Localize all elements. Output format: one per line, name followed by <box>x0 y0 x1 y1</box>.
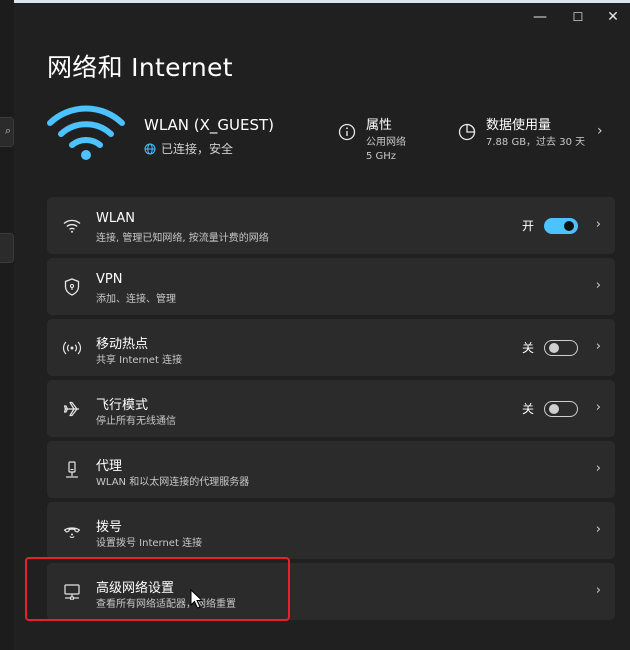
toggle-state-label: 开 <box>521 219 534 233</box>
row-subtitle: 添加、连接、管理 <box>96 294 176 305</box>
chevron-right-icon: › <box>595 278 601 293</box>
airplane-mode-toggle[interactable] <box>544 400 578 417</box>
wlan-toggle[interactable] <box>544 217 578 234</box>
toggle-knob <box>549 342 559 353</box>
setting-row-vpn[interactable]: VPN 添加、连接、管理 › <box>47 258 615 315</box>
toggle-knob <box>549 403 559 414</box>
chevron-right-icon: › <box>595 339 601 354</box>
row-title: 代理 <box>96 459 123 474</box>
setting-row-mobile-hotspot[interactable]: 移动热点 共享 Internet 连接 关 › <box>47 319 615 376</box>
row-title: 飞行模式 <box>96 398 149 413</box>
title-bar-strip <box>0 0 630 3</box>
settings-window: — ☐ ✕ ⌕ 网络和 Internet WLAN (X_GUEST) 已连接，… <box>0 0 630 650</box>
info-icon <box>338 123 356 141</box>
row-title: VPN <box>96 272 123 287</box>
navigation-pane-edge <box>0 0 14 650</box>
shield-icon <box>64 278 80 296</box>
search-box-edge[interactable]: ⌕ <box>0 117 14 147</box>
row-subtitle: 设置拨号 Internet 连接 <box>96 538 203 549</box>
search-icon: ⌕ <box>4 124 11 137</box>
airplane-icon <box>63 401 79 417</box>
data-usage-link[interactable]: 数据使用量 7.88 GB，过去 30 天 <box>458 114 585 150</box>
pie-chart-icon <box>458 123 476 141</box>
row-subtitle: WLAN 和以太网连接的代理服务器 <box>96 477 250 488</box>
network-name: WLAN (X_GUEST) <box>144 116 275 134</box>
chevron-right-icon: › <box>595 583 601 598</box>
dialup-icon <box>63 527 81 538</box>
page-title: 网络和 Internet <box>47 53 233 82</box>
properties-link[interactable]: 属性 公用网络 5 GHz <box>338 114 406 164</box>
row-subtitle: 共享 Internet 连接 <box>96 355 183 366</box>
row-subtitle: 停止所有无线通信 <box>96 416 176 427</box>
setting-row-proxy[interactable]: 代理 WLAN 和以太网连接的代理服务器 › <box>47 441 615 498</box>
setting-row-wlan[interactable]: WLAN 连接, 管理已知网络, 按流量计费的网络 开 › <box>47 197 615 254</box>
close-button[interactable]: ✕ <box>591 4 630 30</box>
row-title: 移动热点 <box>96 337 149 352</box>
row-title: WLAN <box>96 211 136 226</box>
row-subtitle: 连接, 管理已知网络, 按流量计费的网络 <box>96 233 269 244</box>
setting-row-airplane-mode[interactable]: 飞行模式 停止所有无线通信 关 › <box>47 380 615 437</box>
chevron-right-icon: › <box>595 522 601 537</box>
wifi-large-icon <box>47 105 125 160</box>
globe-icon <box>144 143 156 154</box>
hotspot-icon <box>62 341 82 355</box>
chevron-right-icon: › <box>595 400 601 415</box>
nav-item-selected-edge[interactable] <box>0 233 14 263</box>
connection-status: 已连接，安全 <box>144 140 233 157</box>
annotation-highlight-box <box>25 557 290 621</box>
toggle-state-label: 关 <box>521 402 534 416</box>
chevron-right-icon[interactable]: › <box>597 123 603 139</box>
row-title: 拨号 <box>96 520 123 535</box>
toggle-state-label: 关 <box>521 341 534 355</box>
chevron-right-icon: › <box>595 217 601 232</box>
setting-row-dial-up[interactable]: 拨号 设置拨号 Internet 连接 › <box>47 502 615 559</box>
mouse-cursor-icon <box>190 589 204 609</box>
mobile-hotspot-toggle[interactable] <box>544 339 578 356</box>
chevron-right-icon: › <box>595 461 601 476</box>
proxy-icon <box>66 461 78 478</box>
wifi-icon <box>63 219 81 233</box>
toggle-knob <box>564 220 574 231</box>
